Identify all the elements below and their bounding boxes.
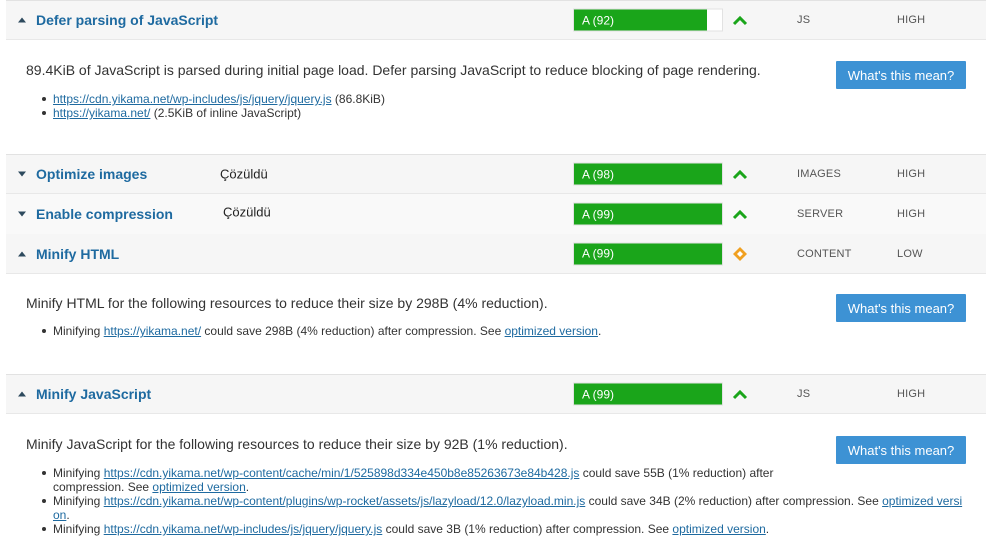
list-item: Minifying https://cdn.yikama.net/wp-cont…	[42, 466, 783, 494]
priority-label: LOW	[897, 247, 923, 260]
trend-neutral-icon	[733, 246, 747, 261]
category-label: SERVER	[797, 208, 844, 220]
list-item: Minifying https://cdn.yikama.net/wp-cont…	[42, 494, 968, 522]
expand-arrow-icon[interactable]	[18, 171, 26, 177]
recommendation-row-enable-compression[interactable]: Enable compression Çözüldü A (99) SERVER…	[6, 194, 986, 234]
recommendation-description: Minify HTML for the following resources …	[26, 295, 548, 311]
category-label: IMAGES	[797, 168, 841, 180]
grade-bar: A (99)	[573, 242, 723, 265]
detail-defer-parsing: 89.4KiB of JavaScript is parsed during i…	[6, 40, 986, 153]
resource-link[interactable]: https://yikama.net/	[104, 324, 201, 338]
category-label: JS	[797, 388, 811, 400]
whats-this-mean-button[interactable]: What's this mean?	[836, 436, 966, 464]
priority-label: HIGH	[897, 388, 926, 400]
resource-link[interactable]: https://yikama.net/	[53, 106, 150, 120]
recommendation-description: Minify JavaScript for the following reso…	[26, 436, 568, 452]
list-item: Minifying https://yikama.net/ could save…	[41, 324, 602, 338]
resource-link[interactable]: https://cdn.yikama.net/wp-content/cache/…	[104, 466, 580, 480]
resource-link[interactable]: https://cdn.yikama.net/wp-includes/js/jq…	[104, 522, 383, 536]
resource-link[interactable]: https://cdn.yikama.net/wp-content/plugin…	[104, 494, 586, 508]
collapse-arrow-icon[interactable]	[18, 17, 26, 23]
list-item: Minifying https://cdn.yikama.net/wp-incl…	[42, 522, 968, 536]
status-note: Çözüldü	[223, 204, 271, 220]
trend-up-icon	[732, 169, 748, 180]
grade-label: A (98)	[582, 167, 615, 181]
recommendation-row-minify-javascript[interactable]: Minify JavaScript A (99) JS HIGH	[6, 374, 986, 414]
grade-bar: A (99)	[573, 202, 723, 226]
grade-label: A (99)	[582, 246, 615, 261]
whats-this-mean-button[interactable]: What's this mean?	[836, 61, 966, 89]
resource-list: Minifying https://cdn.yikama.net/wp-cont…	[42, 466, 968, 536]
expand-arrow-icon[interactable]	[18, 211, 26, 217]
whats-this-mean-button[interactable]: What's this mean?	[836, 294, 966, 322]
optimized-version-link[interactable]: optimized version	[672, 522, 765, 536]
recommendation-title[interactable]: Enable compression	[36, 206, 173, 222]
grade-label: A (92)	[582, 13, 615, 27]
resource-link[interactable]: https://cdn.yikama.net/wp-includes/js/jq…	[53, 92, 332, 106]
trend-up-icon	[732, 15, 748, 26]
list-item: https://yikama.net/ (2.5KiB of inline Ja…	[42, 106, 385, 120]
category-label: CONTENT	[797, 247, 852, 260]
grade-label: A (99)	[582, 387, 615, 401]
recommendation-row-defer-parsing[interactable]: Defer parsing of JavaScript A (92) JS HI…	[6, 0, 986, 40]
detail-minify-javascript: Minify JavaScript for the following reso…	[6, 414, 986, 549]
optimized-version-link[interactable]: optimized version	[152, 480, 245, 494]
trend-up-icon	[732, 209, 748, 220]
detail-minify-html: Minify HTML for the following resources …	[6, 274, 986, 374]
list-item: https://cdn.yikama.net/wp-includes/js/jq…	[42, 92, 385, 106]
grade-bar: A (99)	[573, 382, 723, 406]
priority-label: HIGH	[897, 168, 926, 180]
priority-label: HIGH	[897, 208, 926, 220]
recommendation-title[interactable]: Minify JavaScript	[36, 386, 151, 402]
resource-list: https://cdn.yikama.net/wp-includes/js/jq…	[42, 92, 385, 120]
recommendation-row-optimize-images[interactable]: Optimize images Çözüldü A (98) IMAGES HI…	[6, 154, 986, 194]
recommendation-title[interactable]: Minify HTML	[36, 246, 119, 262]
optimized-version-link[interactable]: optimized version	[505, 324, 598, 338]
category-label: JS	[797, 14, 811, 26]
recommendation-title[interactable]: Optimize images	[36, 166, 147, 182]
recommendation-row-minify-html[interactable]: Minify HTML A (99) CONTENT LOW	[6, 234, 986, 274]
collapse-arrow-icon[interactable]	[18, 391, 26, 397]
resource-list: Minifying https://yikama.net/ could save…	[41, 324, 602, 338]
grade-label: A (99)	[582, 207, 615, 221]
collapse-arrow-icon[interactable]	[18, 251, 26, 256]
recommendation-description: 89.4KiB of JavaScript is parsed during i…	[26, 62, 761, 78]
trend-up-icon	[732, 389, 748, 400]
recommendation-title[interactable]: Defer parsing of JavaScript	[36, 12, 218, 28]
grade-bar: A (98)	[573, 162, 723, 186]
grade-bar: A (92)	[573, 8, 723, 32]
status-note: Çözüldü	[220, 166, 268, 182]
priority-label: HIGH	[897, 14, 926, 26]
